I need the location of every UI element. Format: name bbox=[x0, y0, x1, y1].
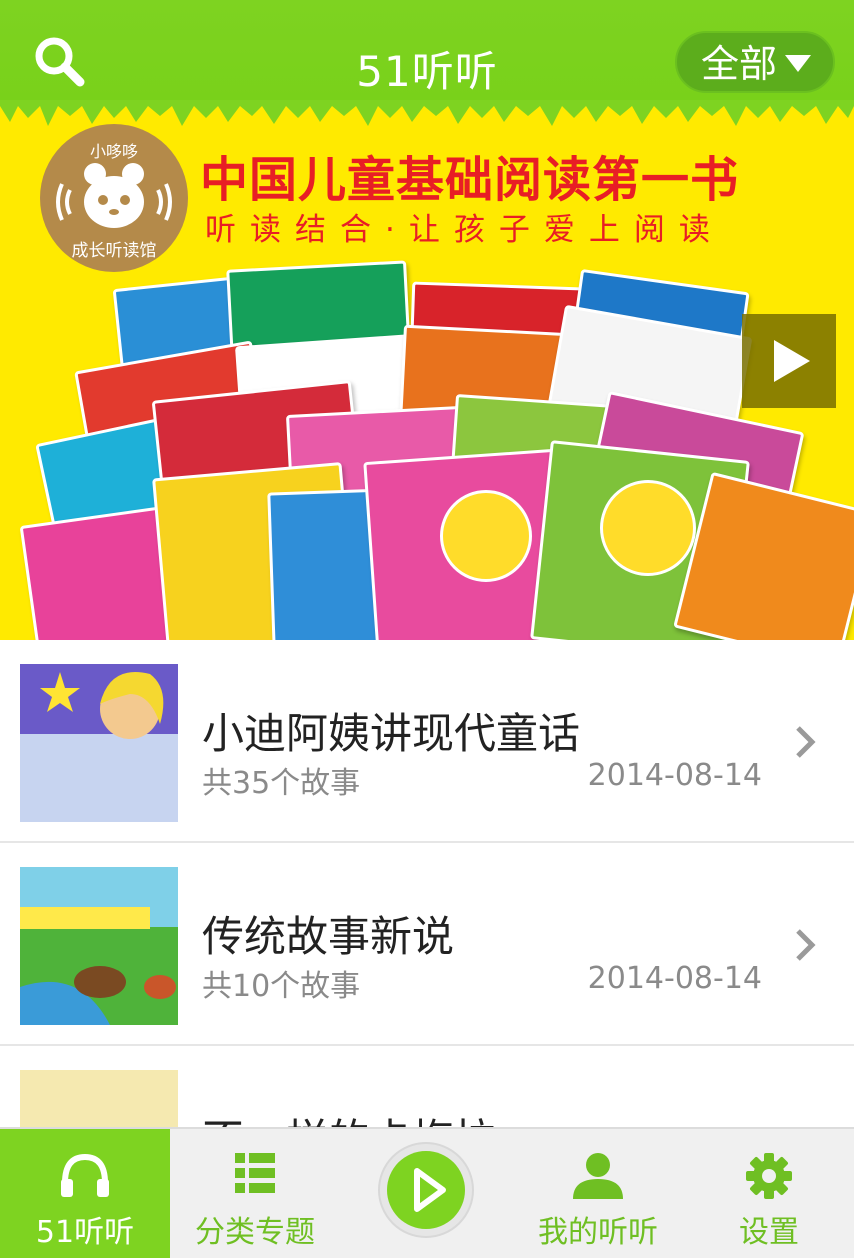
headphones-icon bbox=[61, 1153, 109, 1197]
nav-label: 51听听 bbox=[35, 1215, 135, 1250]
banner-subline: 听读结合·让孩子爱上阅读 bbox=[205, 212, 724, 248]
album-thumbnail bbox=[20, 664, 178, 822]
update-date: 2014-08-14 bbox=[587, 961, 762, 996]
nav-item-settings[interactable]: 设置 bbox=[684, 1129, 854, 1258]
play-icon bbox=[774, 340, 810, 382]
nav-item-home[interactable]: 51听听 bbox=[0, 1129, 170, 1258]
filter-label: 全部 bbox=[701, 42, 778, 86]
nav-item-categories[interactable]: 分类专题 bbox=[170, 1129, 340, 1258]
play-icon bbox=[414, 1168, 446, 1212]
book-collage bbox=[19, 260, 854, 640]
chevron-right-icon bbox=[796, 929, 816, 961]
album-thumbnail bbox=[20, 867, 178, 1025]
chevron-right-icon bbox=[796, 726, 816, 758]
caret-down-icon bbox=[785, 55, 811, 72]
list-item[interactable]: 小迪阿姨讲现代童话 共35个故事 2014-08-14 bbox=[0, 640, 854, 843]
princess-title-badge bbox=[440, 490, 532, 582]
brand-badge: 小哆哆 成长听读馆 bbox=[40, 124, 188, 272]
gear-icon bbox=[746, 1153, 792, 1199]
banner-play-button[interactable] bbox=[742, 314, 836, 408]
update-date: 2014-08-14 bbox=[587, 758, 762, 793]
list-icon bbox=[235, 1153, 275, 1193]
prince-title-badge bbox=[600, 480, 696, 576]
album-title: 传统故事新说 bbox=[202, 912, 455, 961]
list-item[interactable]: 传统故事新说 共10个故事 2014-08-14 bbox=[0, 843, 854, 1046]
story-count: 共10个故事 bbox=[202, 969, 361, 1004]
top-app-bar: 51听听 全部 bbox=[0, 0, 854, 100]
nav-item-my-listening[interactable]: 我的听听 bbox=[512, 1129, 684, 1258]
promo-banner[interactable]: 小哆哆 成长听读馆 中国儿童基础阅读第一书 听读结合·让孩子爱上阅读 bbox=[0, 100, 854, 640]
story-count: 共35个故事 bbox=[202, 766, 361, 801]
nav-label: 设置 bbox=[739, 1215, 799, 1250]
bottom-navigation: 51听听 分类专题 我的听听 设置 bbox=[0, 1127, 854, 1258]
filter-dropdown-button[interactable]: 全部 bbox=[675, 31, 835, 93]
banner-headline: 中国儿童基础阅读第一书 bbox=[200, 152, 740, 208]
badge-bottom-text: 成长听读馆 bbox=[71, 241, 157, 261]
now-playing-button[interactable] bbox=[378, 1142, 474, 1238]
nav-label: 我的听听 bbox=[538, 1215, 658, 1250]
nav-label: 分类专题 bbox=[195, 1215, 315, 1250]
album-title: 小迪阿姨讲现代童话 bbox=[202, 709, 581, 758]
user-icon bbox=[573, 1153, 623, 1199]
